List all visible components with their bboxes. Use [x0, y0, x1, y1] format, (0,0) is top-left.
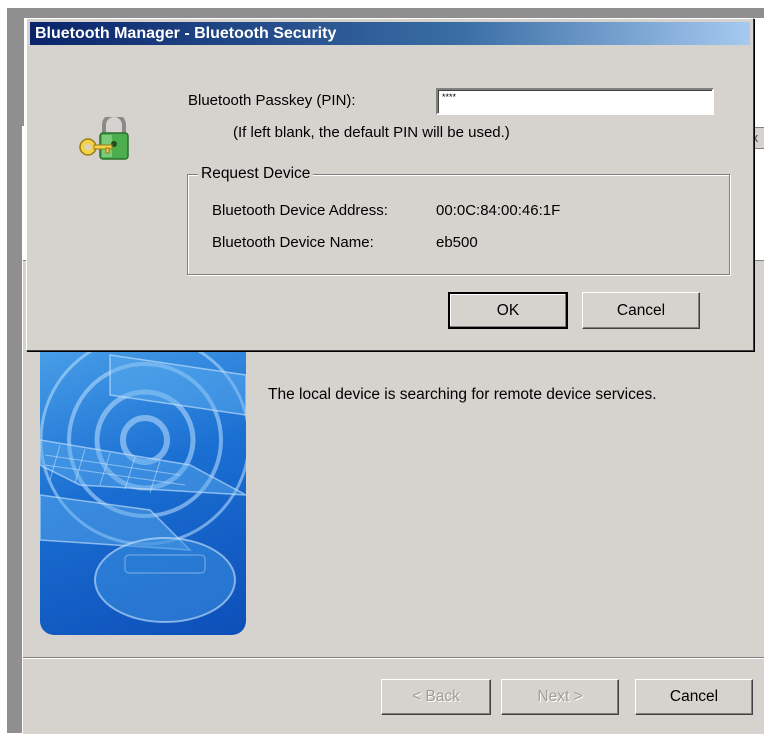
next-button[interactable]: Next > [501, 679, 619, 715]
device-name-label: Bluetooth Device Name: [212, 234, 374, 251]
pin-hint: (If left blank, the default PIN will be … [233, 124, 510, 141]
pin-label: Bluetooth Passkey (PIN): [188, 92, 356, 109]
dialog-titlebar[interactable]: Bluetooth Manager - Bluetooth Security [30, 22, 750, 45]
device-address-label: Bluetooth Device Address: [212, 202, 388, 219]
ok-button[interactable]: OK [448, 292, 568, 329]
request-device-group-title: Request Device [198, 165, 314, 183]
wizard-status-text: The local device is searching for remote… [268, 386, 657, 403]
dialog-cancel-button[interactable]: Cancel [582, 292, 700, 329]
wizard-frame-top [7, 8, 764, 18]
device-address-value: 00:0C:84:00:46:1F [436, 202, 561, 219]
device-name-value: eb500 [436, 234, 478, 251]
back-button[interactable]: < Back [381, 679, 491, 715]
bluetooth-security-dialog: Bluetooth Manager - Bluetooth Security B… [26, 18, 754, 351]
wizard-separator [23, 657, 764, 659]
lock-key-icon [76, 113, 136, 169]
pin-input[interactable]: **** [436, 88, 714, 115]
wizard-cancel-button[interactable]: Cancel [635, 679, 753, 715]
bluetooth-search-illustration [40, 345, 246, 635]
request-device-group [187, 174, 730, 275]
